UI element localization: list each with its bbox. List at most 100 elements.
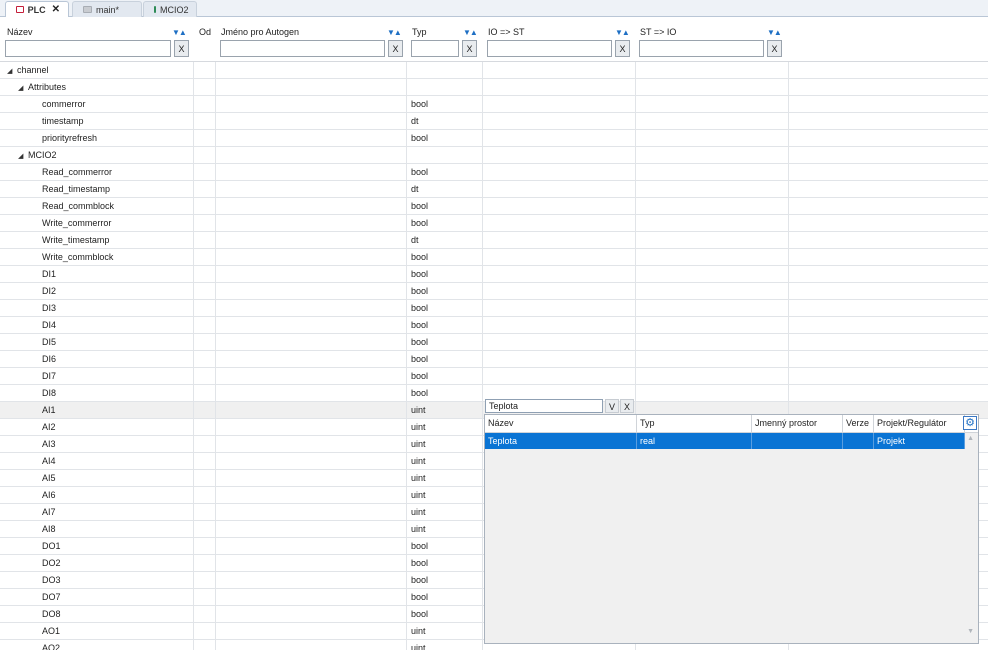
tree-row-jmeno-cell[interactable] <box>216 300 407 316</box>
tree-row-od-cell[interactable] <box>194 419 216 435</box>
tree-row-st-io-cell[interactable] <box>636 249 789 265</box>
tree-row-jmeno-cell[interactable] <box>216 453 407 469</box>
tree-row[interactable]: DI7 bool <box>0 368 988 385</box>
tree-row-name-cell[interactable]: DI7 <box>0 368 194 384</box>
tree-row-typ[interactable] <box>407 147 483 163</box>
tree-row-io-st-cell[interactable] <box>483 198 636 214</box>
tree-row-od-cell[interactable] <box>194 470 216 486</box>
tree-row-typ[interactable]: uint <box>407 623 483 639</box>
tree-row-jmeno-cell[interactable] <box>216 402 407 418</box>
tree-row-io-st-cell[interactable] <box>483 62 636 78</box>
tree-row-name-cell[interactable]: AO1 <box>0 623 194 639</box>
tree-row-typ[interactable]: bool <box>407 385 483 401</box>
expand-arrow-icon[interactable]: ◢ <box>18 149 28 163</box>
tree-row-od-cell[interactable] <box>194 589 216 605</box>
tree-row-jmeno-cell[interactable] <box>216 572 407 588</box>
tree-row-name-cell[interactable]: DI1 <box>0 266 194 282</box>
lookup-close-button[interactable]: X <box>620 399 634 413</box>
gear-icon[interactable]: ⚙ <box>963 416 977 430</box>
tree-row-name-cell[interactable]: AI7 <box>0 504 194 520</box>
tree-row-st-io-cell[interactable] <box>636 232 789 248</box>
tree-row-jmeno-cell[interactable] <box>216 504 407 520</box>
tree-row-jmeno-cell[interactable] <box>216 181 407 197</box>
tree-row-jmeno-cell[interactable] <box>216 351 407 367</box>
tab-mcio2[interactable]: MCIO2 <box>143 1 197 17</box>
tree-row-od-cell[interactable] <box>194 147 216 163</box>
tree-row-st-io-cell[interactable] <box>636 215 789 231</box>
tree-row-name-cell[interactable]: DI5 <box>0 334 194 350</box>
tree-row-st-io-cell[interactable] <box>636 334 789 350</box>
column-header-io-st[interactable]: IO => ST <box>488 27 525 37</box>
sort-icon[interactable]: ▼▲ <box>767 28 782 37</box>
filter-st-io-clear-button[interactable]: X <box>767 40 782 57</box>
tree-row-name-cell[interactable]: AI8 <box>0 521 194 537</box>
tree-row-jmeno-cell[interactable] <box>216 606 407 622</box>
tree-row-jmeno-cell[interactable] <box>216 62 407 78</box>
tree-row-jmeno-cell[interactable] <box>216 232 407 248</box>
tree-row-io-st-cell[interactable] <box>483 334 636 350</box>
tree-row[interactable]: ◢ MCIO2 <box>0 147 988 164</box>
tree-row-jmeno-cell[interactable] <box>216 266 407 282</box>
tree-row-io-st-cell[interactable] <box>483 215 636 231</box>
tree-row[interactable]: DI4 bool <box>0 317 988 334</box>
tree-row-jmeno-cell[interactable] <box>216 385 407 401</box>
tree-row-jmeno-cell[interactable] <box>216 334 407 350</box>
tree-row-od-cell[interactable] <box>194 62 216 78</box>
filter-nazev-input[interactable] <box>5 40 171 57</box>
tree-row-name-cell[interactable]: Write_timestamp <box>0 232 194 248</box>
tree-row-od-cell[interactable] <box>194 232 216 248</box>
tree-row-name-cell[interactable]: DI3 <box>0 300 194 316</box>
tree-row-jmeno-cell[interactable] <box>216 521 407 537</box>
filter-jmeno-input[interactable] <box>220 40 385 57</box>
tree-row-name-cell[interactable]: DI4 <box>0 317 194 333</box>
tree-row-st-io-cell[interactable] <box>636 113 789 129</box>
tree-row-typ[interactable]: bool <box>407 538 483 554</box>
column-header-nazev[interactable]: Název <box>7 27 33 37</box>
tree-row-typ[interactable]: uint <box>407 640 483 650</box>
tree-row-jmeno-cell[interactable] <box>216 436 407 452</box>
tree-row[interactable]: Write_commerror bool <box>0 215 988 232</box>
tree-row-od-cell[interactable] <box>194 368 216 384</box>
filter-io-st-clear-button[interactable]: X <box>615 40 630 57</box>
tree-row-typ[interactable]: uint <box>407 470 483 486</box>
expand-arrow-icon[interactable]: ◢ <box>18 81 28 95</box>
tree-row[interactable]: Write_timestamp dt <box>0 232 988 249</box>
tree-row-name-cell[interactable]: timestamp <box>0 113 194 129</box>
tree-row-od-cell[interactable] <box>194 555 216 571</box>
tree-row-io-st-cell[interactable] <box>483 232 636 248</box>
tree-row[interactable]: ◢ Attributes <box>0 79 988 96</box>
tree-row-name-cell[interactable]: ◢ channel <box>0 62 194 78</box>
tree-row-st-io-cell[interactable] <box>636 283 789 299</box>
tree-row-typ[interactable]: bool <box>407 266 483 282</box>
column-header-od[interactable]: Od <box>199 27 211 37</box>
tree-row-name-cell[interactable]: Write_commblock <box>0 249 194 265</box>
tree-row-od-cell[interactable] <box>194 283 216 299</box>
tree-row-name-cell[interactable]: DI6 <box>0 351 194 367</box>
tree-row-st-io-cell[interactable] <box>636 266 789 282</box>
tree-row-od-cell[interactable] <box>194 436 216 452</box>
tree-row-od-cell[interactable] <box>194 572 216 588</box>
lookup-header-typ[interactable]: Typ <box>637 415 752 432</box>
tree-row-typ[interactable]: uint <box>407 521 483 537</box>
tree-row[interactable]: DI1 bool <box>0 266 988 283</box>
sort-icon[interactable]: ▼▲ <box>463 28 478 37</box>
column-header-typ[interactable]: Typ <box>412 27 427 37</box>
close-icon[interactable]: ✕ <box>52 4 60 15</box>
tree-row-jmeno-cell[interactable] <box>216 249 407 265</box>
tree-row-io-st-cell[interactable] <box>483 164 636 180</box>
tree-row-typ[interactable]: bool <box>407 96 483 112</box>
tree-row-typ[interactable]: bool <box>407 198 483 214</box>
tree-row-io-st-cell[interactable] <box>483 147 636 163</box>
tree-row[interactable]: Write_commblock bool <box>0 249 988 266</box>
tree-row-typ[interactable]: uint <box>407 487 483 503</box>
tree-row-typ[interactable]: bool <box>407 283 483 299</box>
tree-row-od-cell[interactable] <box>194 606 216 622</box>
tree-row-jmeno-cell[interactable] <box>216 555 407 571</box>
tree-row-st-io-cell[interactable] <box>636 181 789 197</box>
filter-jmeno-clear-button[interactable]: X <box>388 40 403 57</box>
tree-row[interactable]: DI6 bool <box>0 351 988 368</box>
tree-row-name-cell[interactable]: DO1 <box>0 538 194 554</box>
sort-icon[interactable]: ▼▲ <box>172 28 187 37</box>
tree-row-typ[interactable]: bool <box>407 130 483 146</box>
tree-row-jmeno-cell[interactable] <box>216 164 407 180</box>
